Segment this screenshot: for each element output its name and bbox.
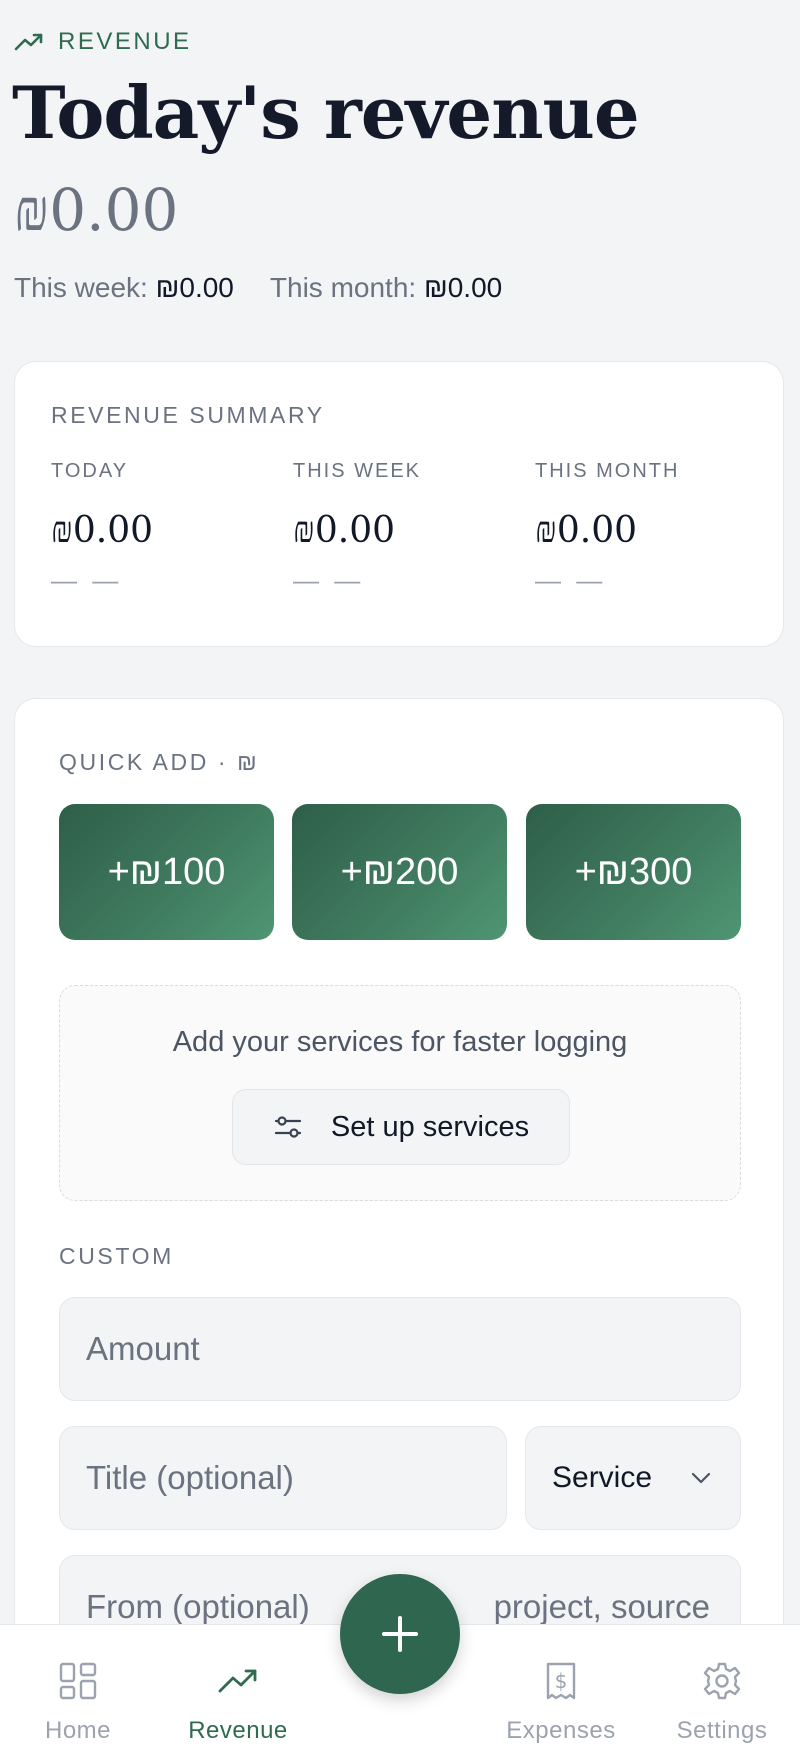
svg-text:$: $ bbox=[555, 1669, 568, 1693]
nav-item-settings[interactable]: Settings bbox=[642, 1625, 800, 1762]
amount-input[interactable] bbox=[86, 1330, 740, 1368]
nav-item-revenue[interactable]: Revenue bbox=[158, 1625, 318, 1762]
month-stat: This month: ₪0.00 bbox=[270, 272, 502, 304]
week-stat-label: This week: bbox=[14, 272, 148, 303]
summary-month: THIS MONTH ₪0.00 — — bbox=[535, 460, 755, 596]
amount-field[interactable] bbox=[59, 1297, 741, 1401]
summary-value: ₪0.00 bbox=[51, 510, 154, 551]
section-eyebrow: REVENUE bbox=[14, 28, 192, 56]
service-select-value: Service bbox=[552, 1461, 653, 1494]
week-stat: This week: ₪0.00 bbox=[14, 272, 234, 304]
revenue-summary-card: REVENUE SUMMARY TODAY ₪0.00 — — THIS WEE… bbox=[14, 361, 784, 647]
summary-value: ₪0.00 bbox=[535, 510, 638, 551]
plus-icon bbox=[382, 1616, 418, 1652]
summary-delta: — — bbox=[535, 565, 607, 595]
quick-add-200-button[interactable]: +₪200 bbox=[292, 804, 507, 940]
services-empty-state: Add your services for faster logging Set… bbox=[59, 985, 741, 1201]
service-select[interactable]: Service bbox=[525, 1426, 741, 1530]
trending-up-icon bbox=[14, 33, 43, 51]
title-input[interactable] bbox=[86, 1459, 506, 1497]
nav-label: Settings bbox=[676, 1717, 768, 1744]
revenue-screen: REVENUE Today's revenue ₪0.00 This week:… bbox=[0, 0, 800, 1762]
gear-icon bbox=[703, 1662, 741, 1700]
grid-icon bbox=[59, 1662, 97, 1700]
summary-label: REVENUE SUMMARY bbox=[51, 402, 325, 428]
quick-add-300-button[interactable]: +₪300 bbox=[526, 804, 741, 940]
month-stat-value: ₪0.00 bbox=[423, 272, 503, 303]
nav-item-expenses[interactable]: $ Expenses bbox=[481, 1625, 641, 1762]
services-hint: Add your services for faster logging bbox=[172, 1026, 628, 1058]
receipt-icon: $ bbox=[546, 1662, 576, 1700]
sliders-icon bbox=[274, 1116, 301, 1138]
from-right-text: project, source bbox=[493, 1588, 710, 1625]
nav-label: Home bbox=[44, 1717, 112, 1744]
summary-delta: — — bbox=[51, 565, 123, 595]
nav-label: Revenue bbox=[188, 1717, 288, 1744]
page-title: Today's revenue bbox=[12, 70, 640, 155]
nav-item-home[interactable]: Home bbox=[0, 1625, 158, 1762]
summary-value: ₪0.00 bbox=[293, 510, 396, 551]
title-field[interactable] bbox=[59, 1426, 507, 1530]
trending-up-icon bbox=[218, 1669, 257, 1693]
add-fab-button[interactable] bbox=[340, 1574, 460, 1694]
period-stats: This week: ₪0.00 This month: ₪0.00 bbox=[14, 272, 502, 304]
chevron-down-icon bbox=[691, 1472, 711, 1484]
quick-add-label: QUICK ADD · ₪ bbox=[59, 749, 260, 775]
setup-services-label: Set up services bbox=[330, 1110, 530, 1143]
today-amount: ₪0.00 bbox=[14, 176, 179, 244]
custom-label: CUSTOM bbox=[59, 1243, 174, 1269]
summary-delta: — — bbox=[293, 565, 365, 595]
month-stat-label: This month: bbox=[269, 272, 417, 303]
nav-label: Expenses bbox=[506, 1717, 616, 1744]
week-stat-value: ₪0.00 bbox=[155, 272, 234, 303]
setup-services-button[interactable]: Set up services bbox=[232, 1089, 570, 1165]
summary-today: TODAY ₪0.00 — — bbox=[51, 460, 271, 596]
quick-add-100-button[interactable]: +₪100 bbox=[59, 804, 274, 940]
from-placeholder: From (optional) bbox=[86, 1588, 310, 1625]
summary-week: THIS WEEK ₪0.00 — — bbox=[293, 460, 513, 596]
summary-key: TODAY bbox=[51, 460, 129, 482]
eyebrow-label: REVENUE bbox=[58, 28, 192, 55]
summary-key: THIS WEEK bbox=[293, 460, 422, 482]
summary-key: THIS MONTH bbox=[535, 460, 680, 482]
